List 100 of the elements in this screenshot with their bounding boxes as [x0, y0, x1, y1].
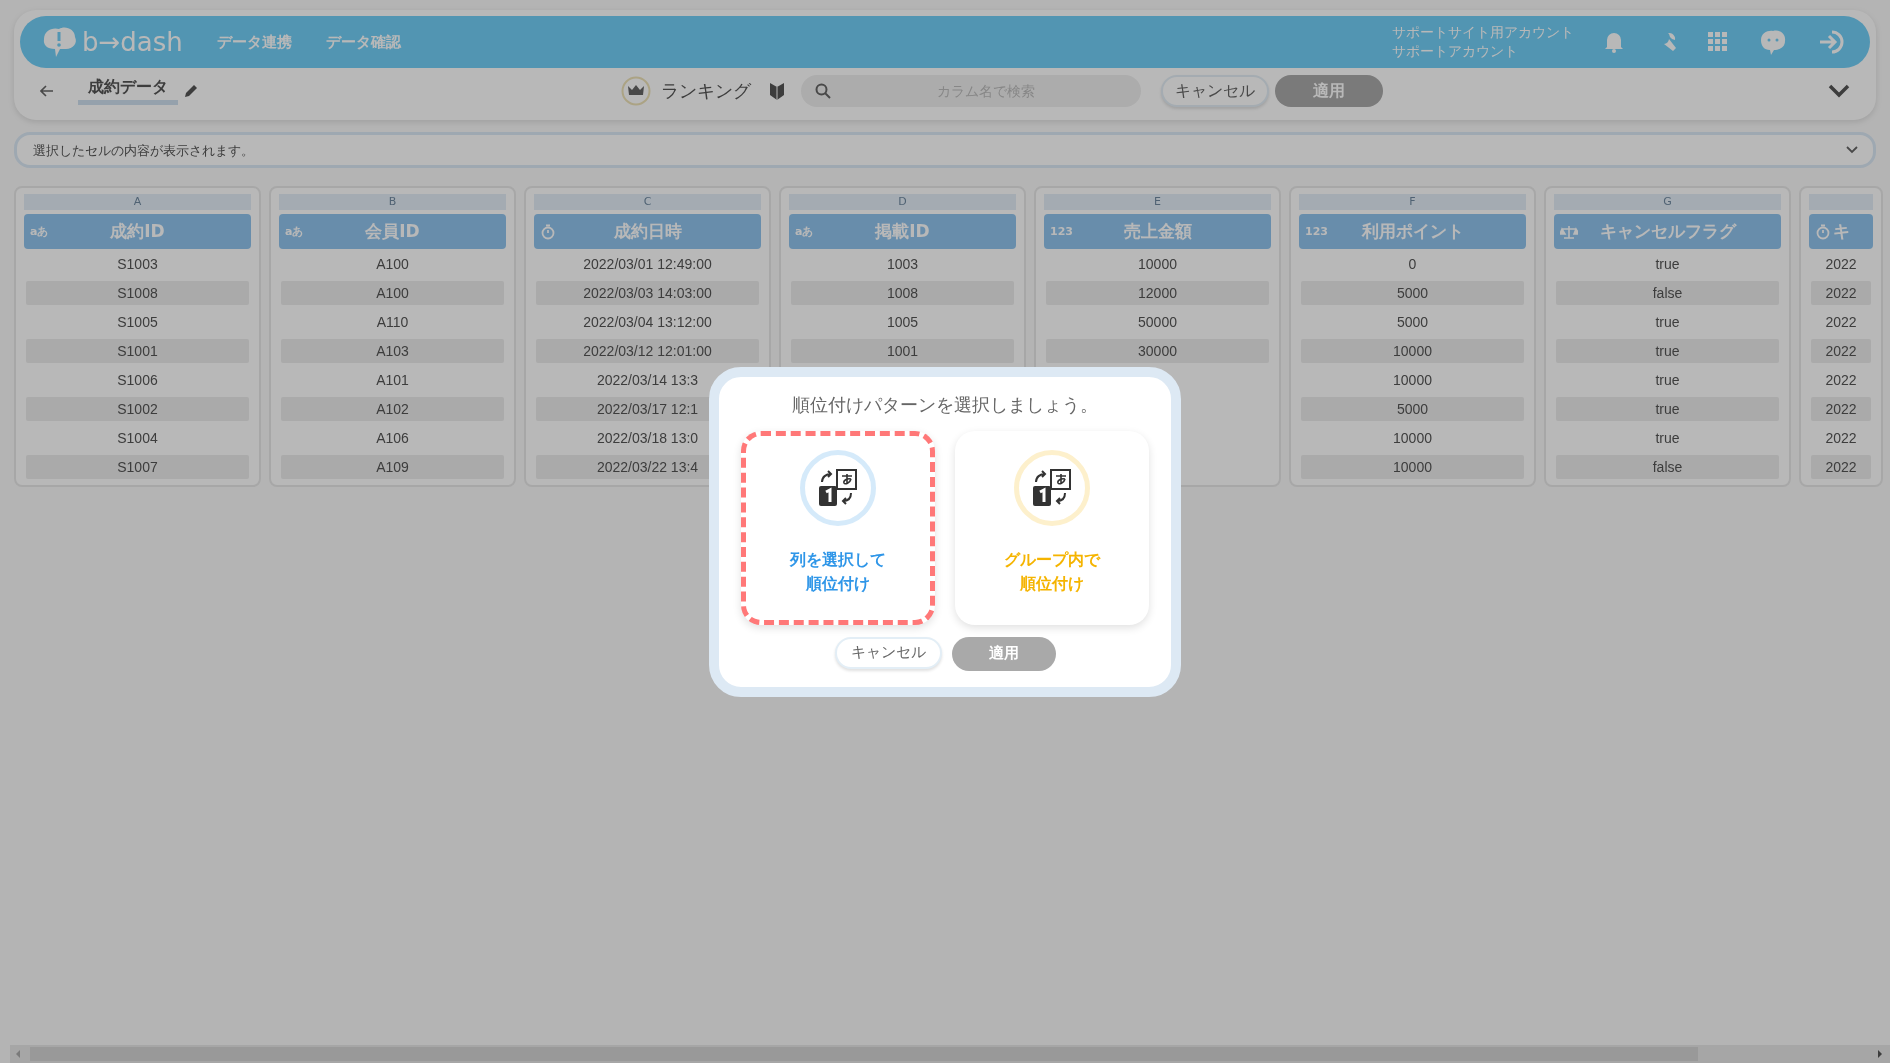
table-cell-text: 2022 [1824, 370, 1858, 390]
crown-icon [621, 76, 652, 106]
table-cell: 2022/03/03 14:03:00 [536, 280, 759, 305]
table-cell: 1008 [791, 280, 1014, 305]
column-header[interactable]: キャンセルフラグ [1554, 214, 1781, 249]
type-label: aあ [285, 224, 304, 239]
logo-text: b→dash [82, 27, 183, 57]
table-cell-text: true [1654, 428, 1681, 448]
table-cell: 5000 [1301, 280, 1524, 305]
table-cell-text: true [1654, 254, 1681, 274]
cell-content-field[interactable]: 選択したセルの内容が表示されます。 [14, 132, 1876, 168]
horizontal-scrollbar[interactable] [10, 1045, 1890, 1063]
table-cell-text: 2022/03/04 13:12:00 [582, 312, 713, 332]
table-cell-text: S1006 [116, 370, 159, 390]
column-header[interactable]: キ [1809, 214, 1873, 249]
table-cell: S1008 [26, 280, 249, 305]
table-cell-text: 2022/03/18 13:0 [595, 428, 700, 448]
table-cell-text: true [1654, 370, 1681, 390]
column-header[interactable]: 123 売上金額 [1044, 214, 1271, 249]
table-cell: 2022 [1811, 454, 1871, 479]
type-label: 123 [1050, 225, 1073, 238]
chevron-down-icon[interactable] [1828, 84, 1850, 98]
nav-link[interactable]: データ連携 [216, 32, 292, 52]
column-header[interactable]: 成約日時 [534, 214, 761, 249]
type-label: aあ [30, 224, 49, 239]
bell-icon[interactable] [1604, 31, 1624, 53]
login-icon[interactable] [1818, 29, 1846, 55]
table-cell-text: S1004 [116, 428, 159, 448]
table-cell: A103 [281, 338, 504, 363]
column-letter: C [534, 194, 761, 210]
scroll-left-icon[interactable] [14, 1049, 22, 1059]
table-cell: false [1556, 280, 1779, 305]
column-letter: A [24, 194, 251, 210]
table-cell: S1007 [26, 454, 249, 479]
rank-swap-icon [1014, 449, 1090, 526]
column-header[interactable]: aあ 掲載ID [789, 214, 1016, 249]
rank-swap-icon [800, 449, 876, 526]
table-cell-text: A101 [375, 370, 410, 390]
table-cell: false [1556, 454, 1779, 479]
column-letter: F [1299, 194, 1526, 210]
column-header[interactable]: aあ 成約ID [24, 214, 251, 249]
table-title-tab[interactable]: 成約データ [78, 77, 178, 105]
table-cell-text: 2022/03/14 13:3 [595, 370, 700, 390]
table-cell: A109 [281, 454, 504, 479]
table-cell-text: 2022 [1824, 254, 1858, 274]
ranking-option-card[interactable]: 列を選択して 順位付け [741, 430, 935, 625]
table-cell: true [1556, 338, 1779, 363]
table-cell-text: 0 [1407, 254, 1418, 274]
cancel-button[interactable]: キャンセル [1161, 75, 1270, 107]
table-cell: 2022 [1811, 338, 1871, 363]
table-cell: 12000 [1046, 280, 1269, 305]
table-cell-text: A110 [375, 312, 410, 332]
table-cell-text: 5000 [1395, 312, 1430, 332]
cancel-button[interactable]: キャンセル [834, 636, 942, 669]
table-cell: 2022 [1811, 396, 1871, 421]
ranking-label: ランキング [661, 79, 752, 103]
column-header[interactable]: 123 利用ポイント [1299, 214, 1526, 249]
table-cell: 5000 [1301, 396, 1524, 421]
table-cell: S1001 [26, 338, 249, 363]
column-letter: G [1554, 194, 1781, 210]
table-cell-text: true [1654, 312, 1681, 332]
account-name[interactable]: サポートサイト用アカウント サポートアカウント [1392, 23, 1574, 61]
table-cell-text: 1005 [885, 312, 920, 332]
scale-icon [1560, 223, 1578, 240]
table-cell-text: A100 [375, 254, 410, 274]
table-cell-text: 10000 [1392, 428, 1433, 448]
stopwatch-icon [1815, 223, 1831, 240]
column-letter: B [279, 194, 506, 210]
pencil-icon[interactable] [184, 84, 198, 98]
table-cell-text: S1003 [116, 254, 159, 274]
table-cell-text: 10000 [1392, 370, 1433, 390]
table-cell: 10000 [1301, 454, 1524, 479]
type-label: 123 [1305, 225, 1328, 238]
table-cell-text: 50000 [1137, 312, 1178, 332]
table-cell: 2022 [1811, 280, 1871, 305]
table-cell: 2022/03/12 12:01:00 [536, 338, 759, 363]
table-cell-text: 10000 [1137, 254, 1178, 274]
chevron-down-icon[interactable] [1846, 146, 1858, 154]
table-cell-text: A106 [375, 428, 410, 448]
column-letter: D [789, 194, 1016, 210]
dialog-title: 順位付けパターンを選択しましょう。 [792, 392, 1098, 417]
table-cell-text: S1005 [116, 312, 159, 332]
stopwatch-icon [540, 223, 556, 240]
scroll-right-icon[interactable] [1876, 1049, 1884, 1059]
table-cell: 10000 [1301, 338, 1524, 363]
apps-grid-icon[interactable] [1708, 32, 1728, 52]
table-cell-text: 2022 [1824, 428, 1858, 448]
table-cell: A102 [281, 396, 504, 421]
table-cell: A100 [281, 280, 504, 305]
table-cell-text: 2022 [1824, 312, 1858, 332]
table-cell-text: 2022/03/01 12:49:00 [582, 254, 713, 274]
table-cell: 30000 [1046, 338, 1269, 363]
type-label: aあ [795, 224, 814, 239]
nav-link[interactable]: データ確認 [325, 32, 401, 52]
column-letter: E [1044, 194, 1271, 210]
table-cell-text: 1003 [885, 254, 920, 274]
back-arrow-icon[interactable] [40, 85, 54, 97]
table-cell: S1002 [26, 396, 249, 421]
column-header[interactable]: aあ 会員ID [279, 214, 506, 249]
table-cell: true [1556, 396, 1779, 421]
